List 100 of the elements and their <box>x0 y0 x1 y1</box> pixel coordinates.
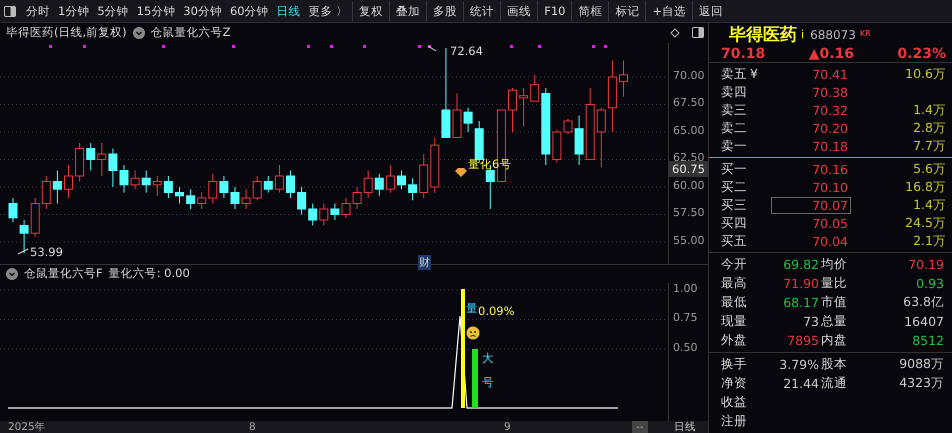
info-flag[interactable]: i <box>801 28 804 41</box>
candle <box>619 60 628 98</box>
candle <box>408 178 418 201</box>
indicator-name[interactable]: 仓鼠量化六号F <box>24 266 103 282</box>
period-tab[interactable]: 5分钟 <box>93 1 133 21</box>
y-axis-label: 55.00 <box>673 234 704 247</box>
candle <box>452 92 462 138</box>
candle <box>530 74 540 102</box>
period-tab[interactable]: 日线 <box>272 1 305 21</box>
order-price[interactable]: 70.32 <box>771 102 851 118</box>
candle <box>186 188 196 210</box>
stat-value: 73 <box>802 314 820 329</box>
order-price[interactable]: 70.05 <box>771 214 851 232</box>
toolbar-button[interactable]: 复权 <box>352 1 390 21</box>
event-marker[interactable]: 财 <box>418 254 431 270</box>
order-price[interactable]: 70.10 <box>771 178 851 196</box>
order-price[interactable]: 70.20 <box>771 120 851 136</box>
leader-line <box>427 44 437 53</box>
period-tab[interactable]: 分时 <box>22 1 54 21</box>
stat-label: 换手 <box>721 356 748 373</box>
period-tab[interactable]: 更多 〉 <box>304 1 352 21</box>
order-price[interactable]: 70.18 <box>771 138 851 154</box>
toolbar-button[interactable]: 标记 <box>608 1 646 21</box>
cursor-label: -- <box>632 421 648 433</box>
price-change: ▲0.16 <box>808 46 854 62</box>
panel-toggle-icon[interactable] <box>692 27 704 38</box>
candle <box>352 186 362 210</box>
panel-toggle-icon[interactable] <box>4 6 16 16</box>
order-level: 买四 <box>721 214 747 232</box>
stat-label: 量比 <box>821 275 848 292</box>
toolbar-button[interactable]: 返回 <box>692 1 730 21</box>
candle <box>252 175 262 201</box>
candle <box>42 175 51 210</box>
period-button[interactable]: 日线 <box>670 421 700 433</box>
y-axis-label: 70.00 <box>673 68 704 82</box>
stat-label: 股本 <box>821 356 848 373</box>
candle <box>120 164 128 193</box>
indicator-reading: 量化六号: 0.00 <box>108 266 190 282</box>
candle <box>30 197 40 237</box>
order-volume: 1.4万 <box>912 196 946 214</box>
candle <box>552 129 562 164</box>
candle <box>386 164 395 193</box>
indicator-name[interactable]: 仓鼠量化六号Z <box>150 25 231 40</box>
y-axis-label: 57.50 <box>673 206 704 220</box>
leader-line <box>17 248 29 256</box>
toolbar-button[interactable]: +自选 <box>645 1 692 21</box>
candle <box>208 173 218 204</box>
stat-label: 注册 <box>721 413 748 430</box>
stat-value: 9088万 <box>898 356 945 373</box>
diamond-icon[interactable] <box>670 28 680 38</box>
toolbar-button[interactable]: 统计 <box>463 1 500 21</box>
candle <box>97 142 106 176</box>
candle <box>219 175 228 198</box>
dropdown-icon[interactable] <box>6 268 18 280</box>
candle <box>596 107 606 168</box>
toolbar-button[interactable]: F10 <box>537 1 572 21</box>
stat-value: 21.44 <box>782 376 820 391</box>
candle <box>108 148 118 188</box>
y-axis-label: 0.75 <box>673 311 698 324</box>
toolbar-button[interactable]: 简框 <box>571 1 608 21</box>
candle <box>52 170 62 204</box>
stat-label: 外盘 <box>721 332 748 349</box>
y-axis-label: 67.50 <box>673 96 704 110</box>
period-tab[interactable]: 15分钟 <box>132 1 180 21</box>
toolbar-button[interactable]: 叠加 <box>389 1 426 21</box>
stat-label: 最低 <box>721 294 748 311</box>
indicator-mark: 号 <box>482 374 494 390</box>
dropdown-icon[interactable] <box>132 26 145 39</box>
order-price[interactable]: 70.07 <box>771 196 851 214</box>
order-level: 卖四 <box>721 84 747 100</box>
candle <box>142 170 151 193</box>
market-tag: KR <box>860 29 871 38</box>
order-price[interactable]: 70.38 <box>771 84 851 100</box>
toolbar-button[interactable]: 多股 <box>426 1 464 21</box>
high-price-label: 72.64 <box>450 44 483 58</box>
candle <box>464 107 473 132</box>
toolbar-button[interactable]: 画线 <box>500 1 538 21</box>
candle <box>430 136 440 193</box>
candle <box>242 188 251 210</box>
period-tab[interactable]: 1分钟 <box>54 1 94 21</box>
candle <box>20 219 29 254</box>
period-tab[interactable]: 60分钟 <box>226 1 273 21</box>
order-price[interactable]: 70.41 <box>771 66 851 82</box>
order-price[interactable]: 70.04 <box>771 232 851 250</box>
percent-label: 0.09% <box>478 304 515 318</box>
stat-value: 8512 <box>911 333 945 348</box>
candle <box>130 170 140 190</box>
candle <box>330 202 340 220</box>
period-tab[interactable]: 30分钟 <box>179 1 226 21</box>
order-level: 卖三 <box>721 102 747 118</box>
candle <box>8 197 18 223</box>
candle <box>364 170 373 198</box>
order-price[interactable]: 70.16 <box>771 160 851 178</box>
time-axis-label: 8 <box>249 421 256 433</box>
stat-label: 总量 <box>821 313 848 330</box>
order-volume: 1.4万 <box>912 102 946 118</box>
stat-label: 今开 <box>721 256 748 273</box>
indicator-mark: 量 <box>466 300 478 316</box>
candle <box>564 118 572 135</box>
candle <box>64 164 73 198</box>
